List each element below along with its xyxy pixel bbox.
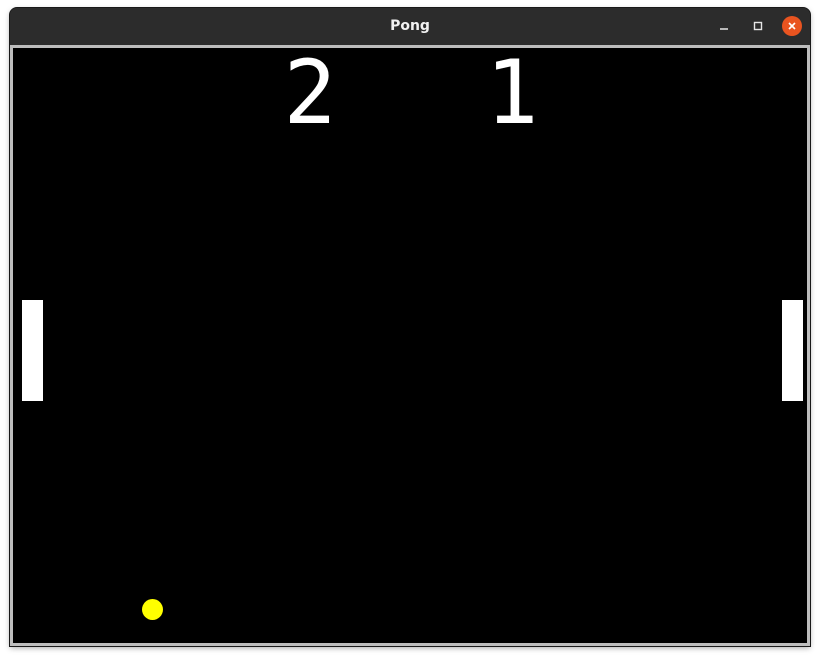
- maximize-icon: [753, 21, 763, 31]
- left-paddle: [22, 300, 43, 401]
- game-window: Pong 2 1: [10, 8, 810, 646]
- ball: [142, 599, 163, 620]
- game-court[interactable]: 2 1: [13, 48, 807, 643]
- close-icon: [788, 22, 796, 30]
- canvas-frame: 2 1: [10, 45, 810, 646]
- window-title: Pong: [390, 18, 430, 34]
- close-button[interactable]: [782, 16, 802, 36]
- right-paddle: [782, 300, 803, 401]
- minimize-button[interactable]: [714, 16, 734, 36]
- right-score: 1: [485, 48, 539, 144]
- maximize-button[interactable]: [748, 16, 768, 36]
- minimize-icon: [720, 28, 728, 30]
- left-score: 2: [283, 48, 337, 144]
- title-bar[interactable]: Pong: [10, 8, 810, 45]
